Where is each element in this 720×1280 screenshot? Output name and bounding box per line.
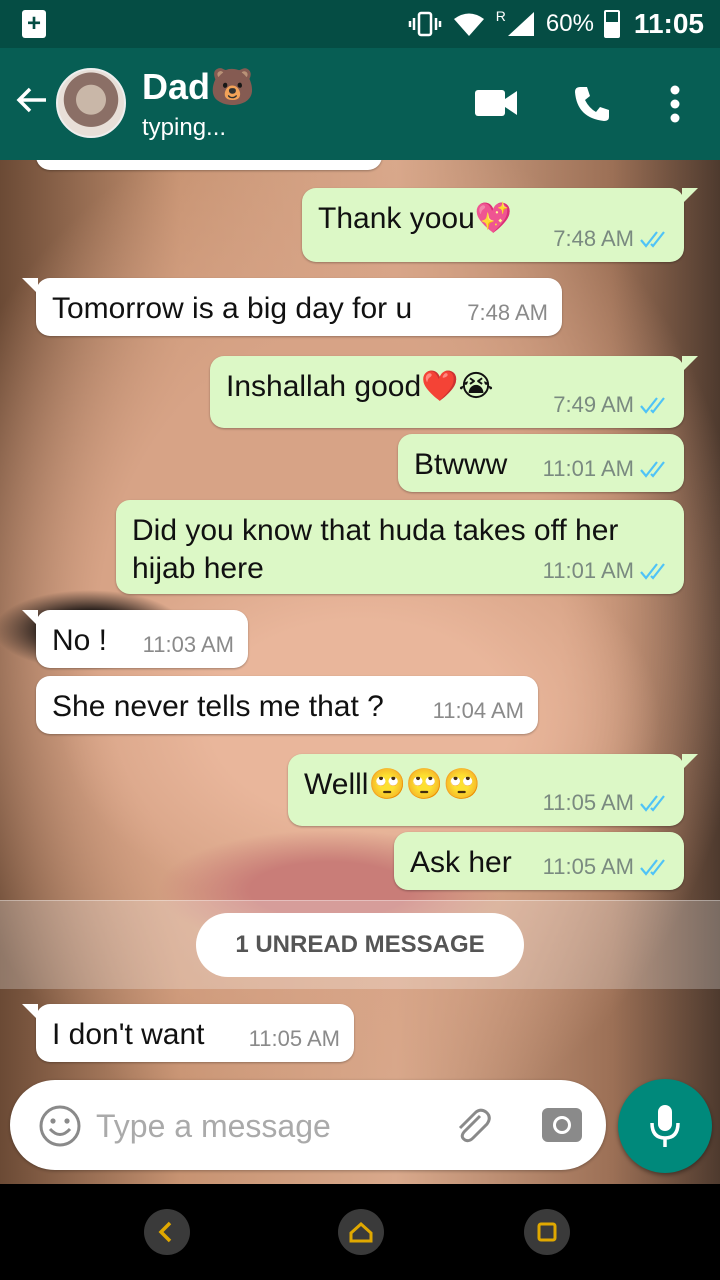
nav-home-button[interactable] (338, 1209, 384, 1255)
vibrate-icon (408, 11, 441, 37)
read-ticks-icon (640, 397, 665, 414)
contact-status: typing... (142, 114, 227, 141)
read-ticks-icon (640, 231, 665, 248)
message-incoming[interactable]: Tomorrow is a big day for u 7:48 AM (22, 278, 562, 336)
message-outgoing[interactable]: Welll🙄🙄🙄 11:05 AM (288, 754, 698, 826)
message-bubble-partial (36, 160, 382, 170)
emoji-icon[interactable] (38, 1104, 82, 1148)
wifi-icon (453, 13, 484, 36)
message-time: 7:48 AM (467, 300, 548, 325)
microphone-icon (650, 1105, 680, 1147)
message-composer (10, 1080, 606, 1170)
read-ticks-icon (640, 563, 665, 580)
message-outgoing[interactable]: Did you know that huda takes off her hij… (116, 500, 684, 594)
message-text: Ask her (410, 846, 512, 879)
cell-signal-icon (507, 12, 534, 36)
message-outgoing[interactable]: Thank yoou💖 7:48 AM (302, 188, 698, 262)
phone-icon[interactable] (572, 84, 612, 124)
message-meta: 11:03 AM (143, 632, 234, 658)
message-meta: 11:05 AM (543, 790, 670, 816)
unread-divider: 1 UNREAD MESSAGE (0, 900, 720, 989)
message-meta: 7:48 AM (553, 226, 670, 252)
message-time: 11:05 AM (542, 790, 634, 815)
message-time: 11:01 AM (542, 456, 634, 481)
unread-badge: 1 UNREAD MESSAGE (196, 913, 524, 977)
message-time: 11:01 AM (542, 558, 634, 583)
message-text: She never tells me that ? (52, 690, 384, 723)
message-incoming[interactable]: I don't want 11:05 AM (22, 1004, 354, 1062)
message-time: 7:48 AM (553, 226, 634, 251)
read-ticks-icon (640, 795, 665, 812)
message-meta: 11:01 AM (543, 558, 670, 584)
read-ticks-icon (640, 461, 665, 478)
nav-home-icon (349, 1221, 373, 1243)
message-meta: 7:48 AM (467, 300, 548, 326)
message-time: 11:05 AM (542, 854, 634, 879)
message-time: 11:05 AM (248, 1026, 340, 1051)
message-meta: 11:05 AM (543, 854, 670, 880)
battery-percent: 60% (545, 10, 594, 37)
camera-icon[interactable] (540, 1104, 584, 1146)
status-bar-right: R 60% 11:05 (408, 0, 704, 48)
chat-area[interactable]: Thank yoou💖 7:48 AM Tomorrow is a big da… (0, 160, 720, 1184)
message-text: I don't want (52, 1018, 205, 1051)
status-time: 11:05 (633, 8, 704, 39)
voice-message-button[interactable] (618, 1079, 712, 1173)
message-meta: 11:04 AM (433, 698, 524, 724)
message-outgoing[interactable]: Inshallah good❤️😭 7:49 AM (210, 356, 698, 428)
nav-back-icon (158, 1221, 172, 1243)
avatar[interactable] (56, 68, 126, 138)
chat-header: Dad🐻 typing... (0, 48, 720, 160)
message-time: 11:03 AM (142, 632, 234, 657)
message-text: Inshallah good❤️😭 (226, 370, 494, 403)
roaming-label: R (495, 8, 506, 24)
message-text: Welll🙄🙄🙄 (304, 768, 481, 801)
message-outgoing[interactable]: Ask her 11:05 AM (394, 832, 684, 890)
nav-back-button[interactable] (144, 1209, 190, 1255)
video-call-icon[interactable] (474, 88, 518, 118)
message-text: Btwww (414, 448, 508, 481)
contact-name[interactable]: Dad🐻 (142, 66, 255, 108)
message-meta: 7:49 AM (553, 392, 670, 418)
system-nav-bar (0, 1184, 720, 1280)
message-text: Thank yoou💖 (318, 202, 513, 235)
message-meta: 11:01 AM (543, 456, 670, 482)
arrow-left-icon[interactable] (12, 80, 52, 120)
message-text: No ! (52, 624, 108, 657)
message-outgoing[interactable]: Btwww 11:01 AM (398, 434, 684, 492)
message-input[interactable] (94, 1100, 438, 1152)
message-time: 11:04 AM (432, 698, 524, 723)
nav-recents-button[interactable] (524, 1209, 570, 1255)
more-vertical-icon[interactable] (668, 84, 682, 124)
battery-icon (603, 10, 620, 38)
status-bar: + R 60% 11:05 (0, 0, 720, 48)
notification-plus-icon: + (22, 10, 46, 38)
paperclip-icon[interactable] (450, 1104, 494, 1148)
nav-recents-icon (537, 1222, 557, 1242)
message-time: 7:49 AM (553, 392, 634, 417)
message-meta: 11:05 AM (249, 1026, 340, 1052)
read-ticks-icon (640, 859, 665, 876)
message-incoming[interactable]: She never tells me that ? 11:04 AM (36, 676, 538, 734)
message-incoming[interactable]: No ! 11:03 AM (22, 610, 248, 668)
message-text: Tomorrow is a big day for u (52, 292, 413, 325)
